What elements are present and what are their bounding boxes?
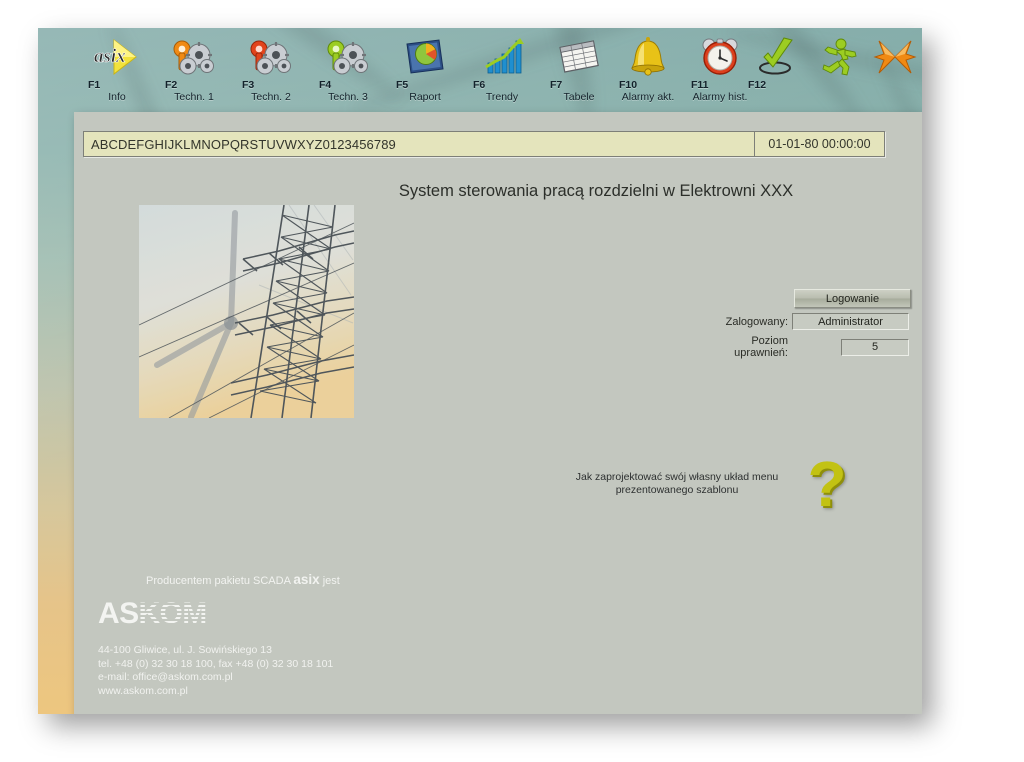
address-line[interactable]: www.askom.com.pl xyxy=(98,685,518,699)
logged-user-row: Zalogowany: Administrator xyxy=(719,313,909,330)
toolbar-label: Trendy xyxy=(485,91,519,103)
question-mark-icon[interactable]: ? xyxy=(800,452,854,516)
help-hint-text: Jak zaprojektować swój własny układ menu… xyxy=(554,471,800,497)
footer-branding: Producentem pakietu SCADA asix jest ASKO… xyxy=(98,572,518,698)
toolbar-label: Info xyxy=(108,91,126,103)
header-datetime-field: 01-01-80 00:00:00 xyxy=(754,132,884,156)
toolbar-label: Tabele xyxy=(563,91,595,103)
toolbar-label: Raport xyxy=(409,91,441,103)
toolbar-label: Techn. 1 xyxy=(174,91,214,103)
toolbar-key: F1 xyxy=(88,79,101,91)
logged-user-label: Zalogowany: xyxy=(725,315,788,328)
permission-level-row: Poziom uprawnień: 5 xyxy=(719,335,909,359)
application-window: asix F1 Info F2 Techn. 1 F3 Techn. 2 F4 … xyxy=(38,28,922,714)
toolbar-label: Alarmy akt. xyxy=(621,91,675,103)
page-title: System sterowania pracą rozdzielni w Ele… xyxy=(398,182,794,200)
toolbar-item-alarmy-aktualne[interactable]: F10 Alarmy akt. xyxy=(609,34,687,103)
address-line: e-mail: office@askom.com.pl xyxy=(98,671,233,683)
toolbar-key: F2 xyxy=(165,79,178,91)
toolbar-item-trendy[interactable]: F6 Trendy xyxy=(463,34,541,103)
scada-producer-line: Producentem pakietu SCADA asix jest xyxy=(98,572,518,587)
gears-orange-icon xyxy=(155,34,233,80)
toolbar-item-exit-door[interactable] xyxy=(915,34,922,80)
gears-green-icon xyxy=(309,34,387,80)
toolbar-key: F6 xyxy=(473,79,486,91)
toolbar-key: F10 xyxy=(619,79,638,91)
toolbar-key: F3 xyxy=(242,79,255,91)
scada-prefix: Producentem pakietu SCADA xyxy=(146,575,291,587)
help-hint-block[interactable]: Jak zaprojektować swój własny układ menu… xyxy=(554,452,854,516)
address-line: 44-100 Gliwice, ul. J. Sowińskiego 13 xyxy=(98,644,272,656)
login-button[interactable]: Logowanie xyxy=(794,289,911,308)
asix-wordmark: asix xyxy=(293,572,320,587)
scada-suffix: jest xyxy=(322,575,340,587)
toolbar-item-techn-2[interactable]: F3 Techn. 2 xyxy=(232,34,310,103)
logged-user-value: Administrator xyxy=(792,313,909,330)
table-grid-icon xyxy=(540,34,618,80)
toolbar-item-info[interactable]: asix F1 Info xyxy=(78,34,156,103)
toolbar-key: F7 xyxy=(550,79,563,91)
screen: asix F1 Info F2 Techn. 1 F3 Techn. 2 F4 … xyxy=(0,0,1024,762)
help-hint-line-1: Jak zaprojektować swój własny układ menu xyxy=(575,471,779,483)
toolbar-label: Alarmy hist. xyxy=(692,91,748,103)
permission-level-value: 5 xyxy=(841,338,909,356)
toolbar-label: Techn. 3 xyxy=(328,91,368,103)
askom-logo-as: AS xyxy=(98,597,139,630)
bell-icon xyxy=(609,34,687,80)
gears-red-icon xyxy=(232,34,310,80)
pylon-photo xyxy=(139,205,354,418)
toolbar-key: F12 xyxy=(748,79,767,91)
toolbar-key: F4 xyxy=(319,79,332,91)
main-panel: ABCDEFGHIJKLMNOPQRSTUVWXYZ0123456789 01-… xyxy=(74,112,922,714)
toolbar-item-close-star[interactable] xyxy=(856,34,922,80)
toolbar-key: F5 xyxy=(396,79,409,91)
company-address: 44-100 Gliwice, ul. J. Sowińskiego 13 te… xyxy=(98,644,518,698)
header-strip: ABCDEFGHIJKLMNOPQRSTUVWXYZ0123456789 01-… xyxy=(83,131,885,157)
askom-logo: ASKOM xyxy=(98,599,207,629)
svg-text:asix: asix xyxy=(94,46,126,67)
permission-level-label: Poziom uprawnień: xyxy=(734,335,788,359)
function-key-toolbar: asix F1 Info F2 Techn. 1 F3 Techn. 2 F4 … xyxy=(38,28,922,110)
toolbar-item-techn-1[interactable]: F2 Techn. 1 xyxy=(155,34,233,103)
askom-logo-kom: KOM xyxy=(138,597,207,630)
report-book-piechart-icon xyxy=(386,34,464,80)
orange-butterfly-icon xyxy=(856,34,922,80)
login-group: Logowanie Zalogowany: Administrator Pozi… xyxy=(719,289,911,359)
header-text-field[interactable]: ABCDEFGHIJKLMNOPQRSTUVWXYZ0123456789 xyxy=(84,132,754,156)
exit-door-icon xyxy=(915,34,922,80)
bar-chart-trend-icon xyxy=(463,34,541,80)
toolbar-item-techn-3[interactable]: F4 Techn. 3 xyxy=(309,34,387,103)
toolbar-label: Techn. 2 xyxy=(251,91,291,103)
toolbar-item-raport[interactable]: F5 Raport xyxy=(386,34,464,103)
help-hint-line-2: prezentowanego szablonu xyxy=(615,484,739,496)
address-line: tel. +48 (0) 32 30 18 100, fax +48 (0) 3… xyxy=(98,657,334,670)
toolbar-item-tabele[interactable]: F7 Tabele xyxy=(540,34,618,103)
asix-logo-icon: asix xyxy=(78,34,156,80)
